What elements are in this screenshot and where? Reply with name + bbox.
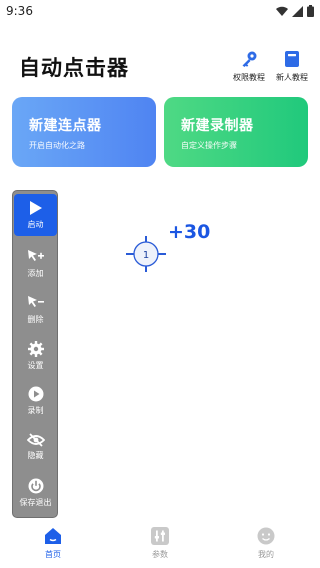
nav-home[interactable]: 首页 bbox=[23, 527, 83, 560]
start-button[interactable]: 启动 bbox=[14, 194, 57, 236]
click-target-number: 1 bbox=[143, 250, 149, 261]
settings-button[interactable]: 设置 bbox=[14, 335, 57, 377]
permission-tutorial-button[interactable]: 权限教程 bbox=[228, 50, 270, 83]
click-target[interactable]: 1 bbox=[124, 234, 168, 274]
key-icon bbox=[242, 51, 257, 67]
bottom-nav: 首页 参数 我的 bbox=[0, 524, 320, 568]
save-exit-button[interactable]: 保存退出 bbox=[14, 472, 57, 514]
home-icon bbox=[45, 528, 61, 544]
cursor-minus-icon bbox=[27, 296, 44, 307]
status-icons bbox=[276, 5, 314, 17]
bonus-score: +30 bbox=[168, 221, 211, 243]
new-clicker-subtitle: 开启自动化之路 bbox=[29, 141, 85, 150]
power-icon bbox=[28, 478, 43, 494]
new-recorder-card[interactable]: 新建录制器 自定义操作步骤 bbox=[164, 97, 308, 167]
smiley-face-icon bbox=[257, 527, 275, 545]
play-icon bbox=[29, 201, 42, 215]
new-recorder-title: 新建录制器 bbox=[181, 118, 254, 134]
add-button[interactable]: 添加 bbox=[14, 243, 57, 285]
newbie-tutorial-label: 新人教程 bbox=[276, 73, 308, 82]
hide-label: 隐藏 bbox=[27, 451, 44, 460]
nav-mine-label: 我的 bbox=[258, 550, 274, 559]
nav-params[interactable]: 参数 bbox=[130, 527, 190, 560]
record-play-icon bbox=[28, 386, 43, 402]
newbie-tutorial-button[interactable]: 新人教程 bbox=[271, 50, 313, 83]
floating-toolbar[interactable]: 启动 添加 删除 设置 录制 隐藏 保存退出 bbox=[12, 190, 58, 518]
sliders-icon bbox=[151, 527, 169, 545]
crosshair-icon: 1 bbox=[126, 236, 166, 272]
new-clicker-title: 新建连点器 bbox=[29, 118, 102, 134]
settings-label: 设置 bbox=[27, 361, 44, 370]
battery-icon bbox=[307, 5, 314, 17]
nav-home-label: 首页 bbox=[45, 550, 61, 559]
record-label: 录制 bbox=[27, 406, 44, 415]
wifi-icon bbox=[276, 6, 288, 16]
new-recorder-subtitle: 自定义操作步骤 bbox=[181, 141, 237, 150]
permission-tutorial-label: 权限教程 bbox=[233, 73, 265, 82]
book-icon bbox=[285, 51, 299, 67]
add-label: 添加 bbox=[27, 269, 44, 278]
status-time: 9:36 bbox=[6, 4, 33, 18]
gear-icon bbox=[27, 341, 44, 357]
signal-icon bbox=[292, 5, 303, 17]
delete-button[interactable]: 删除 bbox=[14, 289, 57, 331]
nav-params-label: 参数 bbox=[152, 550, 168, 559]
record-button[interactable]: 录制 bbox=[14, 380, 57, 422]
eye-slash-icon bbox=[26, 433, 45, 447]
start-label: 启动 bbox=[27, 220, 44, 229]
new-clicker-card[interactable]: 新建连点器 开启自动化之路 bbox=[12, 97, 156, 167]
save-exit-label: 保存退出 bbox=[19, 498, 52, 507]
hide-button[interactable]: 隐藏 bbox=[14, 426, 57, 468]
cursor-plus-icon bbox=[27, 250, 44, 261]
nav-mine[interactable]: 我的 bbox=[236, 527, 296, 560]
status-bar: 9:36 bbox=[0, 0, 320, 24]
delete-label: 删除 bbox=[27, 315, 44, 324]
page-title: 自动点击器 bbox=[19, 56, 129, 80]
